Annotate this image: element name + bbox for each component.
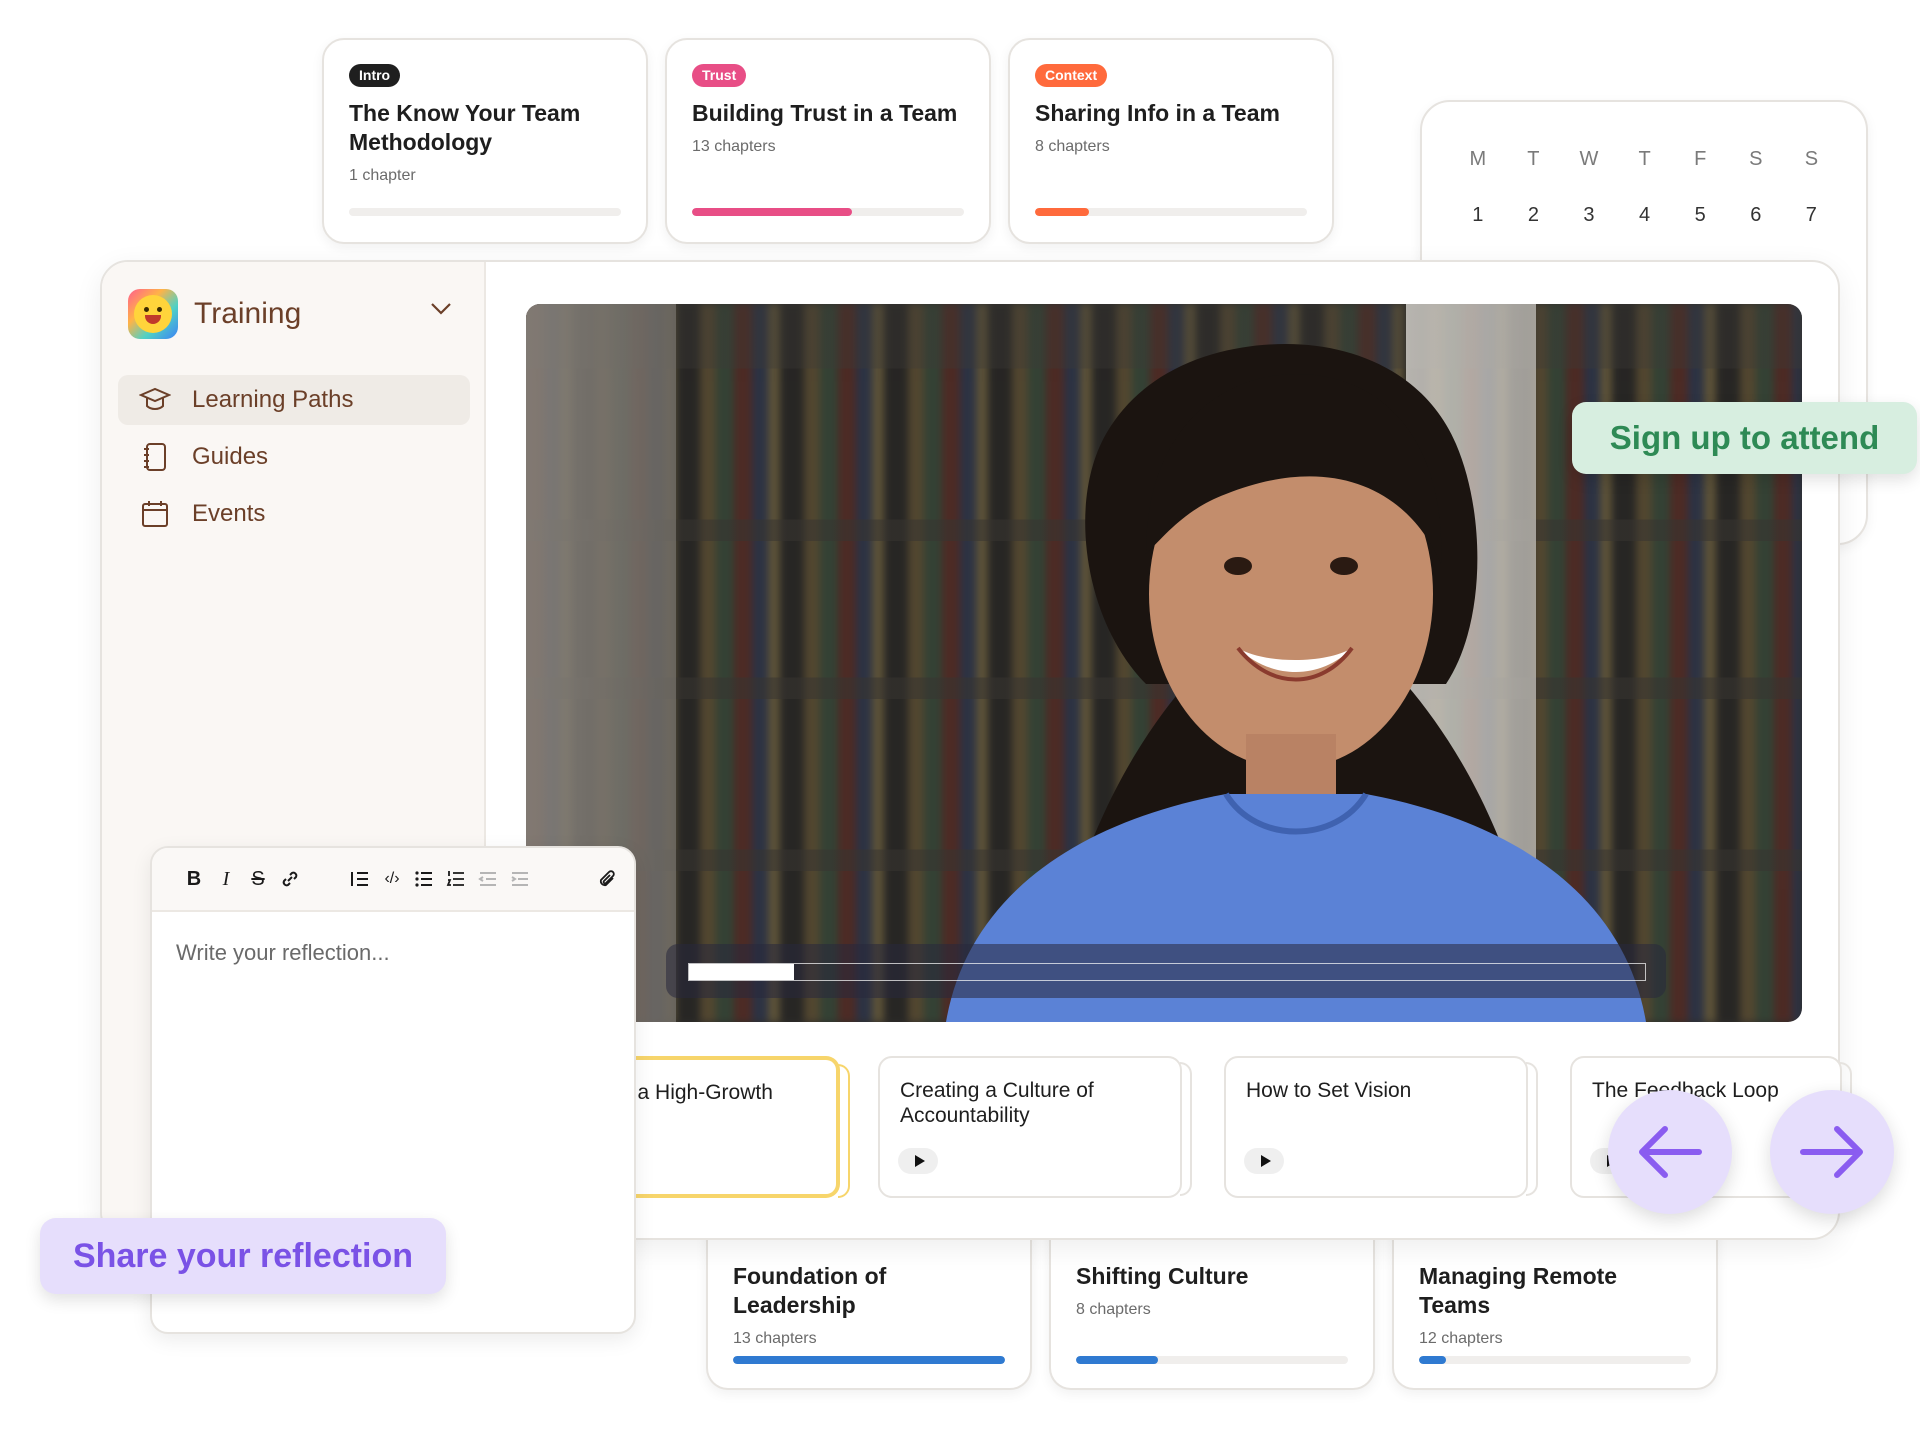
chapter-count: 13 chapters bbox=[692, 138, 776, 155]
weekday-label: M bbox=[1469, 148, 1487, 170]
share-reflection-button[interactable]: Share your reflection bbox=[40, 1218, 446, 1294]
app-name: Training bbox=[194, 297, 302, 330]
chapter-title: The Feedback Loop bbox=[1592, 1079, 1779, 1102]
calendar-icon bbox=[138, 497, 172, 531]
chapter-card[interactable]: Creating a Culture of Accountability bbox=[878, 1056, 1192, 1198]
chapter-title: g a High-Growth bbox=[620, 1081, 773, 1104]
arrow-right-icon bbox=[1800, 1126, 1863, 1178]
italic-icon[interactable]: I bbox=[210, 863, 242, 895]
progress-bar bbox=[733, 1356, 1005, 1364]
arrow-left-icon bbox=[1639, 1126, 1702, 1178]
app-logo-icon bbox=[128, 289, 178, 339]
progress-bar bbox=[1076, 1356, 1348, 1364]
brand[interactable]: Training bbox=[128, 289, 301, 339]
progress-bar bbox=[1035, 208, 1307, 216]
calendar-day[interactable]: 4 bbox=[1617, 204, 1673, 227]
sidebar-item-label: Events bbox=[192, 500, 266, 527]
play-icon[interactable] bbox=[1244, 1148, 1284, 1174]
course-title: Building Trust in a Team bbox=[692, 100, 958, 126]
course-title: The Know Your Team Methodology bbox=[349, 100, 581, 155]
bold-icon[interactable]: B bbox=[178, 863, 210, 895]
calendar-day[interactable]: 1 bbox=[1450, 204, 1506, 227]
calendar-day[interactable]: 3 bbox=[1561, 204, 1617, 227]
course-card-intro[interactable]: Intro The Know Your Team Methodology 1 c… bbox=[322, 38, 648, 244]
graduation-cap-icon bbox=[138, 383, 172, 417]
chapter-card[interactable]: How to Set Vision bbox=[1224, 1056, 1538, 1198]
course-card-context[interactable]: Context Sharing Info in a Team 8 chapter… bbox=[1008, 38, 1334, 244]
progress-bar bbox=[692, 208, 964, 216]
sign-up-button[interactable]: Sign up to attend bbox=[1572, 402, 1917, 474]
video-progress-track[interactable] bbox=[688, 963, 1646, 981]
sidebar-item-events[interactable]: Events bbox=[118, 489, 470, 539]
chapter-title: Creating a Culture of Accountability bbox=[900, 1079, 1094, 1127]
calendar-day[interactable]: 7 bbox=[1784, 204, 1840, 227]
course-card-trust[interactable]: Trust Building Trust in a Team 13 chapte… bbox=[665, 38, 991, 244]
calendar-weekdays: M T W T F S S bbox=[1450, 148, 1839, 171]
strikethrough-icon[interactable]: S bbox=[242, 863, 274, 895]
attachment-icon[interactable] bbox=[592, 863, 624, 895]
chapter-count: 8 chapters bbox=[1076, 1301, 1151, 1318]
sidebar-item-guides[interactable]: Guides bbox=[118, 432, 470, 482]
sidebar-nav: Learning Paths Guides Events bbox=[118, 375, 470, 546]
next-button[interactable] bbox=[1770, 1090, 1894, 1214]
calendar-day[interactable]: 6 bbox=[1728, 204, 1784, 227]
course-title: Foundation of Leadership bbox=[733, 1263, 887, 1318]
reflection-input[interactable]: Write your reflection... bbox=[152, 912, 634, 994]
bullet-list-icon[interactable] bbox=[408, 863, 440, 895]
video-controls[interactable] bbox=[666, 944, 1666, 998]
tag-badge: Intro bbox=[349, 64, 401, 87]
tag-badge: Context bbox=[1035, 64, 1108, 87]
progress-bar bbox=[349, 208, 621, 216]
tag-badge: Trust bbox=[692, 64, 747, 87]
code-icon[interactable]: ‹/› bbox=[376, 863, 408, 895]
link-icon[interactable] bbox=[274, 863, 306, 895]
weekday-label: S bbox=[1749, 148, 1763, 170]
editor-toolbar: B I S ‹/› bbox=[152, 848, 634, 912]
calendar-day[interactable]: 2 bbox=[1506, 204, 1562, 227]
course-title: Shifting Culture bbox=[1076, 1263, 1249, 1289]
chevron-down-icon[interactable] bbox=[430, 302, 452, 316]
notebook-icon bbox=[138, 440, 172, 474]
sidebar-item-label: Guides bbox=[192, 443, 269, 470]
weekday-label: F bbox=[1694, 148, 1707, 170]
weekday-label: W bbox=[1579, 148, 1599, 170]
chapter-count: 12 chapters bbox=[1419, 1330, 1503, 1347]
chapter-title: How to Set Vision bbox=[1246, 1079, 1412, 1102]
numbered-list-icon[interactable] bbox=[440, 863, 472, 895]
course-title: Managing Remote Teams bbox=[1419, 1263, 1618, 1318]
quote-icon[interactable] bbox=[344, 863, 376, 895]
calendar-day[interactable]: 5 bbox=[1672, 204, 1728, 227]
indent-icon[interactable] bbox=[504, 863, 536, 895]
weekday-label: S bbox=[1804, 148, 1819, 170]
sidebar-item-learning-paths[interactable]: Learning Paths bbox=[118, 375, 470, 425]
chapter-count: 8 chapters bbox=[1035, 138, 1110, 155]
calendar-week: 1 2 3 4 5 6 7 bbox=[1450, 204, 1839, 227]
play-icon[interactable] bbox=[898, 1148, 938, 1174]
weekday-label: T bbox=[1527, 148, 1540, 170]
sidebar-item-label: Learning Paths bbox=[192, 386, 354, 413]
chapter-count: 1 chapter bbox=[349, 167, 416, 184]
course-title: Sharing Info in a Team bbox=[1035, 100, 1280, 126]
chapter-count: 13 chapters bbox=[733, 1330, 817, 1347]
weekday-label: T bbox=[1638, 148, 1651, 170]
progress-bar bbox=[1419, 1356, 1691, 1364]
video-progress-fill bbox=[689, 964, 795, 980]
previous-button[interactable] bbox=[1608, 1090, 1732, 1214]
outdent-icon[interactable] bbox=[472, 863, 504, 895]
